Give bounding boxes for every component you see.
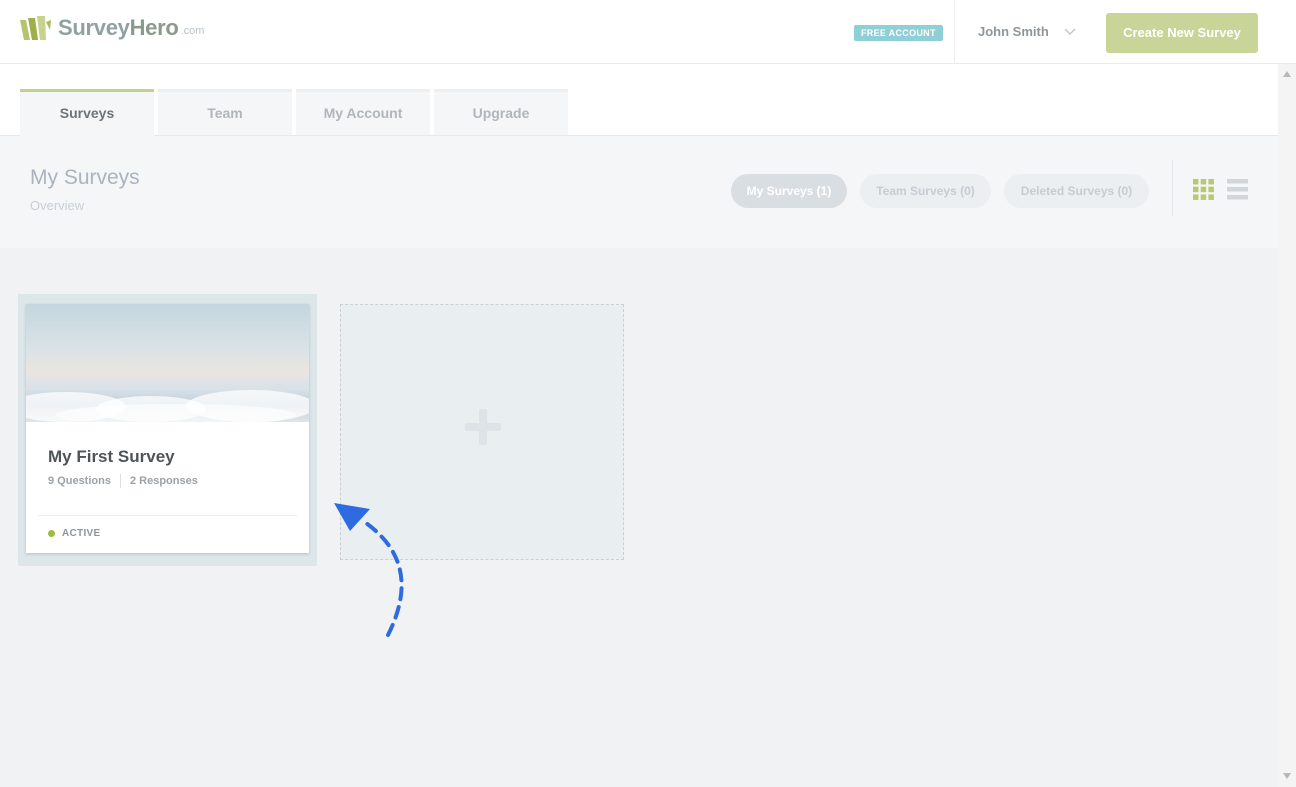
- scroll-down-icon[interactable]: [1282, 772, 1292, 780]
- survey-cover-image: [26, 304, 309, 422]
- status-label: ACTIVE: [62, 528, 101, 539]
- status-dot-icon: [48, 530, 55, 537]
- page-scrollbar[interactable]: [1278, 64, 1296, 787]
- chevron-down-icon[interactable]: [1064, 26, 1076, 36]
- tab-surveys[interactable]: Surveys: [20, 89, 154, 136]
- page-title: My Surveys: [30, 166, 140, 189]
- survey-grid: My First Survey 9 Questions 2 Responses …: [0, 248, 1278, 787]
- filter-my-surveys[interactable]: My Surveys (1): [731, 174, 847, 208]
- logo-suffix: .com: [180, 25, 205, 37]
- filter-deleted-surveys[interactable]: Deleted Surveys (0): [1004, 174, 1149, 208]
- scroll-up-icon[interactable]: [1282, 70, 1292, 78]
- annotation-arrow-icon: [334, 503, 404, 637]
- free-account-badge: FREE ACCOUNT: [854, 25, 943, 41]
- card-divider: [38, 515, 297, 516]
- create-new-survey-button[interactable]: Create New Survey: [1106, 13, 1258, 53]
- main-tabs: Surveys Team My Account Upgrade: [0, 64, 1278, 136]
- survey-meta: 9 Questions 2 Responses: [48, 474, 198, 488]
- logo[interactable]: SurveyHero .com: [18, 14, 204, 42]
- page-subtitle: Overview: [30, 198, 85, 213]
- meta-divider: [119, 474, 121, 488]
- survey-card[interactable]: My First Survey 9 Questions 2 Responses …: [26, 304, 309, 553]
- view-toggle-divider: [1172, 160, 1173, 216]
- tab-team[interactable]: Team: [158, 89, 292, 135]
- grid-view-icon[interactable]: [1193, 179, 1214, 200]
- survey-card-highlight: My First Survey 9 Questions 2 Responses …: [18, 294, 317, 566]
- tab-my-account[interactable]: My Account: [296, 89, 430, 135]
- survey-response-count: 2 Responses: [129, 475, 198, 487]
- logo-icon: [20, 16, 51, 40]
- survey-status: ACTIVE: [48, 528, 100, 539]
- logo-text: SurveyHero: [58, 15, 179, 40]
- header-divider: [954, 0, 955, 64]
- tab-upgrade[interactable]: Upgrade: [434, 89, 568, 135]
- survey-title[interactable]: My First Survey: [48, 447, 175, 467]
- survey-question-count: 9 Questions: [48, 475, 111, 487]
- filter-team-surveys[interactable]: Team Surveys (0): [860, 174, 991, 208]
- page-header: My Surveys Overview My Surveys (1) Team …: [0, 136, 1278, 248]
- top-bar: SurveyHero .com FREE ACCOUNT John Smith …: [0, 0, 1296, 64]
- plus-icon: [465, 409, 501, 445]
- list-view-icon[interactable]: [1227, 179, 1248, 200]
- user-menu-name[interactable]: John Smith: [978, 24, 1049, 39]
